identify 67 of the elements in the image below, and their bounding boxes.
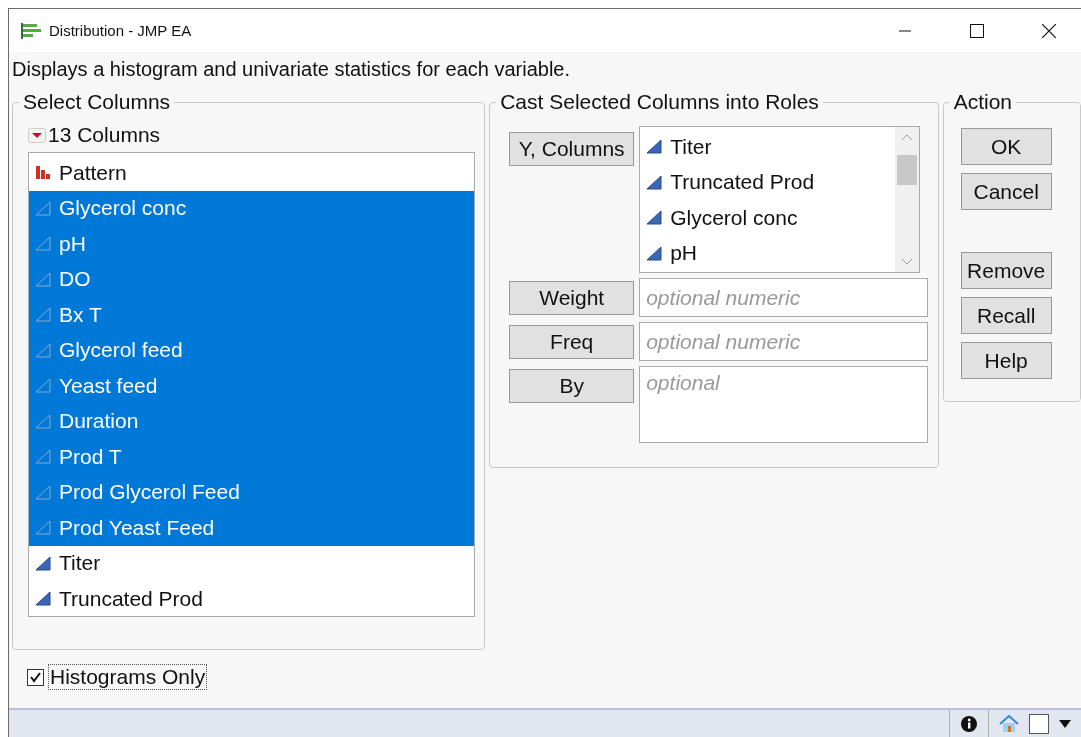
action-button[interactable]: Recall	[960, 297, 1052, 334]
role-button[interactable]: Weight	[509, 281, 635, 315]
continuous-icon	[35, 591, 51, 607]
column-item[interactable]: DO	[29, 261, 474, 297]
column-item[interactable]: Glycerol feed	[29, 332, 474, 368]
action-button[interactable]: Remove	[960, 252, 1052, 289]
continuous-icon	[35, 236, 51, 252]
column-item[interactable]: Truncated Prod	[29, 581, 474, 617]
maximize-icon	[970, 23, 984, 38]
caret-icon[interactable]	[1059, 719, 1071, 728]
description-text: Displays a histogram and univariate statistics for each variable.	[11, 57, 572, 82]
role-button[interactable]: Freq	[509, 325, 635, 359]
scrollbar[interactable]	[895, 127, 920, 272]
continuous-icon	[646, 210, 663, 226]
scroll-thumb[interactable]	[897, 155, 918, 185]
column-item[interactable]: pH	[29, 226, 474, 262]
continuous-icon	[35, 555, 51, 571]
continuous-icon	[35, 200, 51, 216]
action-button[interactable]: Help	[960, 342, 1052, 379]
scroll-down-icon[interactable]	[901, 258, 914, 266]
panel-title: Cast Selected Columns into Roles	[499, 90, 820, 114]
role-item[interactable]: Truncated Prod	[640, 164, 896, 200]
role-field[interactable]: optional numeric	[639, 278, 929, 317]
bar-chart-icon	[35, 165, 51, 181]
scroll-up-icon[interactable]	[901, 133, 914, 141]
column-item[interactable]: Prod Glycerol Feed	[29, 474, 474, 510]
continuous-icon	[35, 484, 51, 500]
continuous-icon	[646, 139, 663, 155]
column-item[interactable]: Pattern	[29, 155, 474, 191]
close-icon	[1042, 23, 1056, 38]
column-item[interactable]: Yeast feed	[29, 368, 474, 404]
app-icon	[21, 22, 41, 39]
continuous-icon	[35, 378, 51, 394]
column-item[interactable]: Duration	[29, 403, 474, 439]
minimize-icon	[899, 29, 911, 32]
role-button[interactable]: Y, Columns	[509, 132, 635, 166]
dropdown-icon[interactable]	[28, 127, 46, 143]
continuous-icon	[35, 307, 51, 323]
checkbox[interactable]	[27, 668, 44, 686]
home-icon[interactable]	[999, 714, 1019, 733]
role-item[interactable]: Titer	[640, 129, 896, 165]
checkbox-label[interactable]: Histograms Only	[48, 664, 208, 690]
role-button[interactable]: By	[509, 369, 635, 403]
column-item[interactable]: Bx T	[29, 297, 474, 333]
continuous-icon	[35, 342, 51, 358]
column-item[interactable]: Prod T	[29, 439, 474, 475]
column-count: 13 Columns	[48, 123, 161, 147]
role-field[interactable]: optional	[639, 366, 929, 443]
action-button[interactable]: OK	[960, 128, 1052, 165]
panel-title: Action	[952, 90, 1014, 114]
role-item[interactable]: Glycerol conc	[640, 200, 896, 236]
continuous-icon	[35, 449, 51, 465]
continuous-icon	[646, 174, 663, 190]
continuous-icon	[646, 245, 663, 261]
action-button[interactable]: Cancel	[960, 173, 1052, 210]
role-item[interactable]: pH	[640, 235, 896, 271]
window-icon[interactable]	[1029, 713, 1049, 734]
continuous-icon	[35, 271, 51, 287]
continuous-icon	[35, 413, 51, 429]
column-item[interactable]: Prod Yeast Feed	[29, 510, 474, 546]
info-icon[interactable]	[960, 714, 978, 733]
window-title: Distribution - JMP EA	[49, 22, 193, 39]
column-item[interactable]: Glycerol conc	[29, 190, 474, 226]
column-item[interactable]: Titer	[29, 545, 474, 581]
role-field[interactable]: optional numeric	[639, 322, 929, 361]
panel-title: Select Columns	[22, 90, 172, 114]
continuous-icon	[35, 520, 51, 536]
